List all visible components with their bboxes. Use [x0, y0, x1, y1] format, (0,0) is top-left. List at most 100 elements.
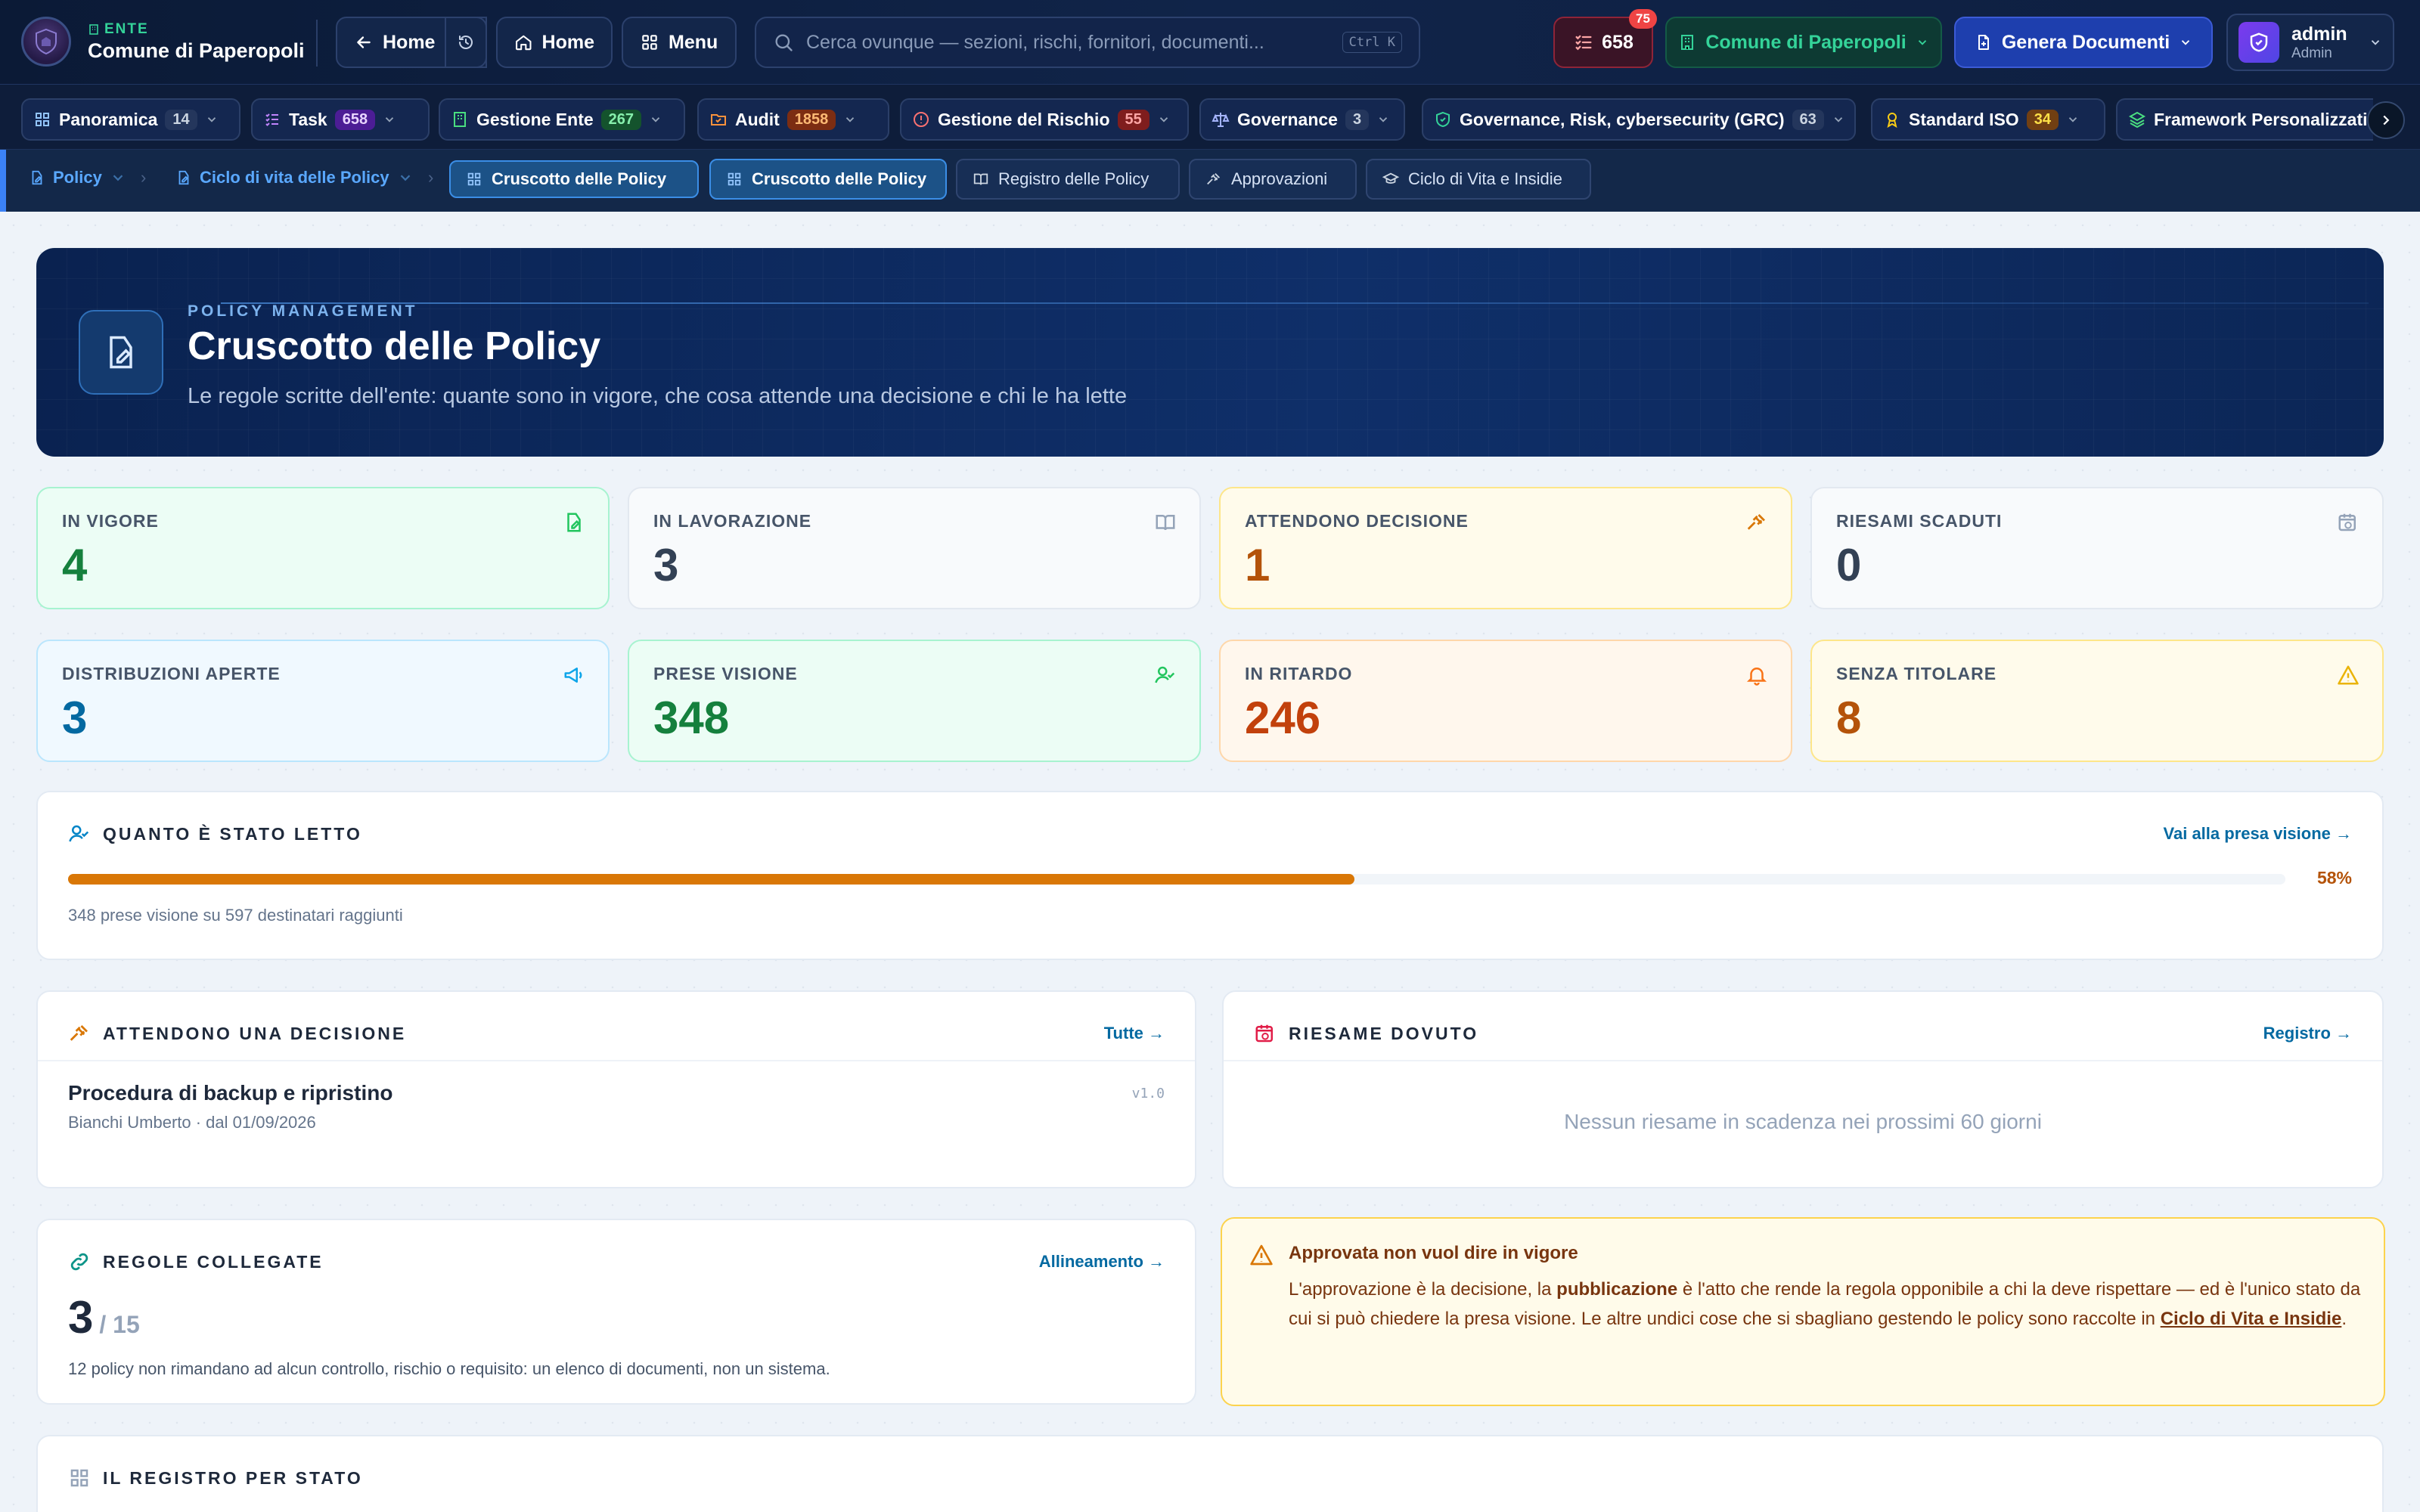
read-progress-card: QUANTO È STATO LETTO Vai alla presa visi… — [36, 791, 2384, 960]
read-progress-fill — [68, 874, 1354, 885]
tab-label: Cruscotto delle Policy — [752, 169, 927, 188]
module-gestione-rischio[interactable]: Gestione del Rischio 55 — [900, 98, 1189, 141]
alert-circle-icon — [914, 112, 929, 127]
module-bar: Panoramica 14 Task 658 Gestione Ente 267… — [0, 85, 2420, 150]
menu-label: Menu — [669, 31, 718, 53]
linked-rules-total: / 15 — [99, 1311, 140, 1338]
ente-label: ENTE — [88, 21, 149, 38]
card-title: IL REGISTRO PER STATO — [103, 1467, 363, 1488]
user-check-icon — [69, 825, 89, 842]
grid-icon — [728, 172, 741, 186]
module-governance[interactable]: Governance 3 — [1199, 98, 1405, 141]
review-empty-state: Nessun riesame in scadenza nei prossimi … — [1564, 1110, 2042, 1133]
checklist-icon — [265, 113, 278, 126]
generate-documents-button[interactable]: Genera Documenti — [1954, 17, 2213, 68]
home-button[interactable]: Home — [496, 17, 613, 68]
kpi-attendono-decisione[interactable]: ATTENDONO DECISIONE 1 — [1219, 487, 1792, 609]
card-header: ATTENDONO UNA DECISIONE — [68, 1022, 406, 1045]
module-panoramica[interactable]: Panoramica 14 — [21, 98, 240, 141]
linked-rules-caption: 12 policy non rimandano ad alcun control… — [68, 1359, 830, 1378]
all-decisions-link[interactable]: Tutte → — [1104, 1024, 1165, 1043]
graduation-cap-icon — [1382, 172, 1399, 184]
module-gestione-ente[interactable]: Gestione Ente 267 — [439, 98, 685, 141]
kpi-value: 8 — [1836, 692, 1862, 743]
kpi-value: 0 — [1836, 540, 1862, 590]
bell-icon — [1746, 668, 1767, 686]
kpi-in-vigore[interactable]: IN VIGORE 4 — [36, 487, 610, 609]
warning-text: L'approvazione è la decisione, la — [1289, 1279, 1557, 1300]
tab-cruscotto[interactable]: Cruscotto delle Policy — [709, 159, 947, 200]
page-header: POLICY MANAGEMENT Cruscotto delle Policy… — [36, 248, 2384, 457]
breadcrumb-ciclo-vita[interactable]: Ciclo di vita delle Policy — [175, 168, 414, 187]
card-header: RIESAME DOVUTO — [1254, 1022, 1478, 1045]
chevron-down-icon — [651, 117, 660, 122]
warning-icon — [2338, 665, 2359, 685]
kpi-value: 3 — [62, 692, 88, 743]
history-button[interactable] — [445, 17, 487, 68]
breadcrumb-separator: › — [428, 168, 434, 187]
file-edit-icon — [110, 336, 132, 369]
building-icon — [89, 24, 98, 35]
presa-visione-link[interactable]: Vai alla presa visione → — [2164, 824, 2352, 844]
chevron-down-icon — [385, 117, 394, 122]
chevron-down-icon — [400, 175, 410, 181]
user-info: admin Admin — [2291, 23, 2347, 62]
module-audit[interactable]: Audit 1858 — [697, 98, 889, 141]
org-selector[interactable]: Comune di Paperopoli — [1665, 17, 1942, 68]
module-standard-iso[interactable]: Standard ISO 34 — [1871, 98, 2105, 141]
module-framework-personalizzati[interactable]: Framework Personalizzati — [2116, 98, 2373, 141]
file-edit-icon — [567, 513, 581, 532]
scroll-right-button[interactable] — [2367, 101, 2405, 139]
registry-link[interactable]: Registro → — [2263, 1024, 2352, 1043]
tab-registro[interactable]: Registro delle Policy — [956, 159, 1180, 200]
alignment-link[interactable]: Allineamento → — [1039, 1252, 1165, 1272]
file-edit-icon — [178, 170, 189, 185]
kpi-prese-visione[interactable]: PRESE VISIONE 348 — [628, 640, 1201, 762]
back-home-label: Home — [383, 31, 436, 53]
breadcrumb-label: Ciclo di vita delle Policy — [200, 168, 389, 187]
user-name: admin — [2291, 23, 2347, 45]
user-check-icon — [1155, 666, 1175, 683]
ente-logo[interactable] — [21, 17, 71, 67]
search-shortcut: Ctrl K — [1342, 32, 1402, 53]
module-label: Gestione del Rischio — [938, 109, 1110, 129]
award-icon — [1887, 113, 1897, 129]
warning-title: Approvata non vuol dire in vigore — [1289, 1243, 1578, 1263]
chevron-down-icon — [2181, 40, 2190, 45]
calendar-clock-icon — [1255, 1024, 1273, 1043]
card-title: RIESAME DOVUTO — [1289, 1023, 1479, 1043]
card-header: IL REGISTRO PER STATO — [68, 1467, 363, 1489]
warning-body: L'approvazione è la decisione, la pubbli… — [1289, 1275, 2363, 1334]
kpi-label: IN LAVORAZIONE — [653, 511, 812, 531]
kpi-riesami-scaduti[interactable]: RIESAMI SCADUTI 0 — [1810, 487, 2384, 609]
layers-icon — [2128, 111, 2146, 129]
megaphone-icon — [564, 668, 582, 683]
module-task[interactable]: Task 658 — [251, 98, 430, 141]
shield-icon — [2250, 33, 2268, 52]
warning-text: . — [2341, 1309, 2347, 1329]
kpi-label: IN VIGORE — [62, 511, 159, 531]
module-grc[interactable]: Governance, Risk, cybersecurity (GRC) 63 — [1422, 98, 1856, 141]
decision-item-title[interactable]: Procedura di backup e ripristino — [68, 1081, 392, 1105]
module-count: 14 — [165, 109, 197, 130]
search-icon — [775, 34, 793, 51]
policy-icon — [79, 310, 163, 395]
chevron-down-icon — [1379, 117, 1388, 122]
kpi-distribuzioni-aperte[interactable]: DISTRIBUZIONI APERTE 3 — [36, 640, 610, 762]
kpi-in-ritardo[interactable]: IN RITARDO 246 — [1219, 640, 1792, 762]
kpi-in-lavorazione[interactable]: IN LAVORAZIONE 3 — [628, 487, 1201, 609]
breadcrumb-policy[interactable]: Policy — [29, 168, 126, 187]
card-title: REGOLE COLLEGATE — [103, 1251, 324, 1272]
tab-ciclo-vita-insidie[interactable]: Ciclo di Vita e Insidie — [1366, 159, 1591, 200]
global-search[interactable]: Cerca ovunque — sezioni, rischi, fornito… — [755, 17, 1420, 68]
user-menu[interactable]: admin Admin — [2226, 14, 2394, 71]
kpi-label: PRESE VISIONE — [653, 664, 798, 683]
kpi-senza-titolare[interactable]: SENZA TITOLARE 8 — [1810, 640, 2384, 762]
breadcrumb-current[interactable]: Cruscotto delle Policy — [449, 160, 699, 198]
tab-approvazioni[interactable]: Approvazioni — [1189, 159, 1357, 200]
divider — [1224, 1060, 2382, 1061]
ciclo-vita-insidie-link[interactable]: Ciclo di Vita e Insidie — [2161, 1309, 2342, 1329]
folder-check-icon — [711, 114, 726, 125]
module-label: Standard ISO — [1909, 109, 2019, 129]
menu-button[interactable]: Menu — [622, 17, 737, 68]
